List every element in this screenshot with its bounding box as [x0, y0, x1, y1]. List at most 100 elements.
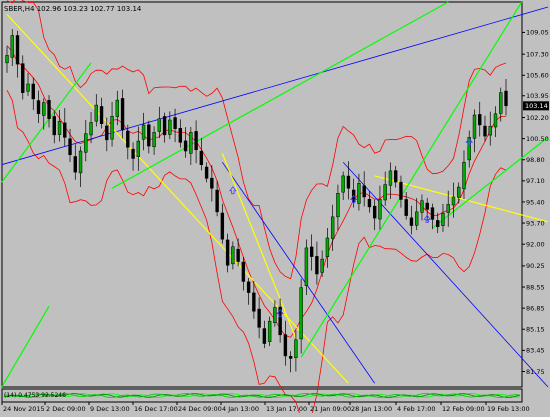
candle-body [388, 170, 393, 186]
candle-body [120, 98, 125, 131]
candle-body [246, 281, 251, 293]
current-price-marker: 103.14 [523, 101, 549, 111]
candle-body [189, 132, 193, 154]
candle-body [488, 125, 492, 136]
candle-body [15, 35, 20, 65]
candle-body [394, 170, 398, 183]
candle-body [309, 246, 314, 257]
y-tick-label: 107.30 [526, 50, 549, 58]
candle-body [372, 205, 377, 219]
x-tick-label: 4 Jan 13:00 [222, 405, 259, 413]
candle-body [99, 106, 104, 124]
candle-body [131, 148, 135, 159]
y-tick-label: 90.25 [526, 262, 545, 270]
y-tick-label: 102.20 [526, 114, 549, 122]
candle-body [178, 127, 183, 143]
candle-body [362, 185, 366, 198]
candle-body [36, 100, 41, 115]
candle-body [57, 120, 62, 135]
candle-body [404, 199, 408, 216]
candle-body [47, 100, 51, 119]
candle-body [126, 130, 130, 148]
candle-body [462, 161, 466, 190]
candle-body [183, 140, 188, 152]
candle-body [378, 199, 382, 220]
candle-body [26, 83, 30, 92]
candle-body [162, 116, 167, 136]
candle-body [199, 150, 204, 165]
chart-title: SBER,H4 102.96 103.23 102.77 103.14 [4, 5, 142, 13]
candle-body [105, 125, 109, 141]
candle-body [451, 196, 456, 206]
candle-body [210, 177, 214, 189]
candle-body [504, 90, 508, 107]
candle-body [78, 150, 83, 174]
candle-body [288, 356, 293, 359]
x-tick-label: 2 Dec 09:00 [46, 405, 86, 413]
candle-body [110, 116, 114, 140]
y-tick-label: 93.70 [526, 219, 545, 227]
candle-body [267, 320, 272, 342]
y-tick-label: 109.05 [526, 29, 549, 37]
candle-body [241, 261, 246, 282]
candle-body [478, 114, 482, 126]
candle-body [194, 131, 198, 151]
candle-body [5, 55, 9, 64]
y-tick-label: 95.40 [526, 198, 545, 206]
candle-body [330, 216, 335, 239]
candle-body [304, 247, 309, 286]
candle-body [252, 292, 256, 312]
candle-body [262, 328, 267, 344]
x-tick-label: 24 Nov 2015 [3, 405, 45, 413]
candle-body [357, 183, 361, 204]
indicator-label: (14) 0.4753 92.5246 [4, 392, 66, 399]
candle-body [436, 220, 440, 228]
y-tick-label: 100.50 [526, 135, 549, 143]
candle-body [320, 258, 324, 273]
candle-body [136, 140, 141, 157]
candle-body [204, 166, 209, 179]
candle-body [294, 339, 298, 358]
candle-body [63, 122, 67, 138]
candle-body [441, 212, 445, 226]
candle-body [42, 102, 46, 116]
candle-body [141, 124, 146, 140]
candle-body [147, 124, 151, 147]
candle-body [483, 125, 487, 137]
candle-body [430, 207, 435, 220]
candle-body [336, 193, 340, 218]
candle-body [457, 186, 461, 198]
candle-body [383, 184, 387, 201]
candle-body [115, 99, 119, 117]
candle-body [168, 119, 172, 135]
candle-body [220, 212, 225, 240]
candle-body [283, 334, 288, 357]
x-tick-label: 13 Jan 17:00 [266, 405, 307, 413]
candle-body [215, 189, 219, 213]
y-tick-label: 103.95 [526, 92, 549, 100]
candle-body [157, 118, 162, 132]
candle-body [409, 217, 414, 226]
x-tick-label: 4 Feb 17:00 [397, 405, 436, 413]
x-tick-label: 16 Dec 17:00 [134, 405, 178, 413]
candle-body [415, 211, 419, 226]
candle-body [68, 138, 72, 156]
price-chart[interactable]: 109.05 107.30 105.60 103.95 102.20 100.50 98.8… [0, 0, 550, 417]
candle-body [341, 175, 345, 193]
y-tick-label: 83.45 [526, 347, 545, 355]
y-tick-label: 98.80 [526, 156, 545, 164]
candle-body [173, 117, 177, 129]
x-tick-label: 24 Dec 09:00 [178, 405, 222, 413]
candle-body [315, 256, 319, 275]
candle-body [325, 237, 330, 257]
chart-background [0, 0, 550, 413]
candle-body [493, 113, 498, 128]
candle-body [152, 132, 156, 148]
y-tick-label: 97.10 [526, 177, 545, 185]
y-tick-label: 81.75 [526, 368, 545, 376]
candle-body [231, 246, 235, 265]
x-tick-label: 19 Feb 13:00 [487, 405, 530, 413]
candle-body [273, 307, 277, 323]
candle-body [420, 200, 424, 213]
candle-body [225, 239, 230, 266]
